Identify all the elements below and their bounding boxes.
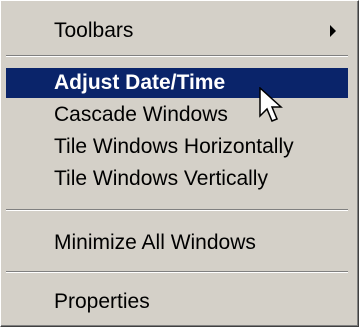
mouse-pointer-icon bbox=[259, 87, 283, 122]
menu-separator bbox=[6, 209, 348, 211]
menu-item-label: Toolbars bbox=[54, 19, 134, 42]
menu-item-label: Tile Windows Vertically bbox=[54, 167, 268, 190]
menu-item-adjust-date-time[interactable]: Adjust Date/Time bbox=[6, 68, 348, 98]
menu-item-label: Minimize All Windows bbox=[54, 231, 256, 254]
menu-item-label: Adjust Date/Time bbox=[54, 71, 226, 94]
taskbar-context-menu: Toolbars Adjust Date/Time Cascade Window… bbox=[0, 0, 359, 327]
submenu-arrow-icon bbox=[330, 25, 336, 37]
menu-item-label: Properties bbox=[54, 290, 150, 313]
menu-item-minimize-all-windows[interactable]: Minimize All Windows bbox=[1, 228, 352, 258]
menu-item-properties[interactable]: Properties bbox=[1, 287, 352, 317]
menu-item-label: Cascade Windows bbox=[54, 103, 228, 126]
menu-item-tile-windows-vertically[interactable]: Tile Windows Vertically bbox=[1, 164, 352, 194]
menu-item-tile-windows-horizontally[interactable]: Tile Windows Horizontally bbox=[1, 132, 352, 162]
menu-item-label: Tile Windows Horizontally bbox=[54, 135, 294, 158]
menu-separator bbox=[6, 55, 348, 57]
menu-item-cascade-windows[interactable]: Cascade Windows bbox=[1, 100, 352, 130]
menu-separator bbox=[6, 271, 348, 273]
menu-item-toolbars[interactable]: Toolbars bbox=[1, 16, 352, 46]
